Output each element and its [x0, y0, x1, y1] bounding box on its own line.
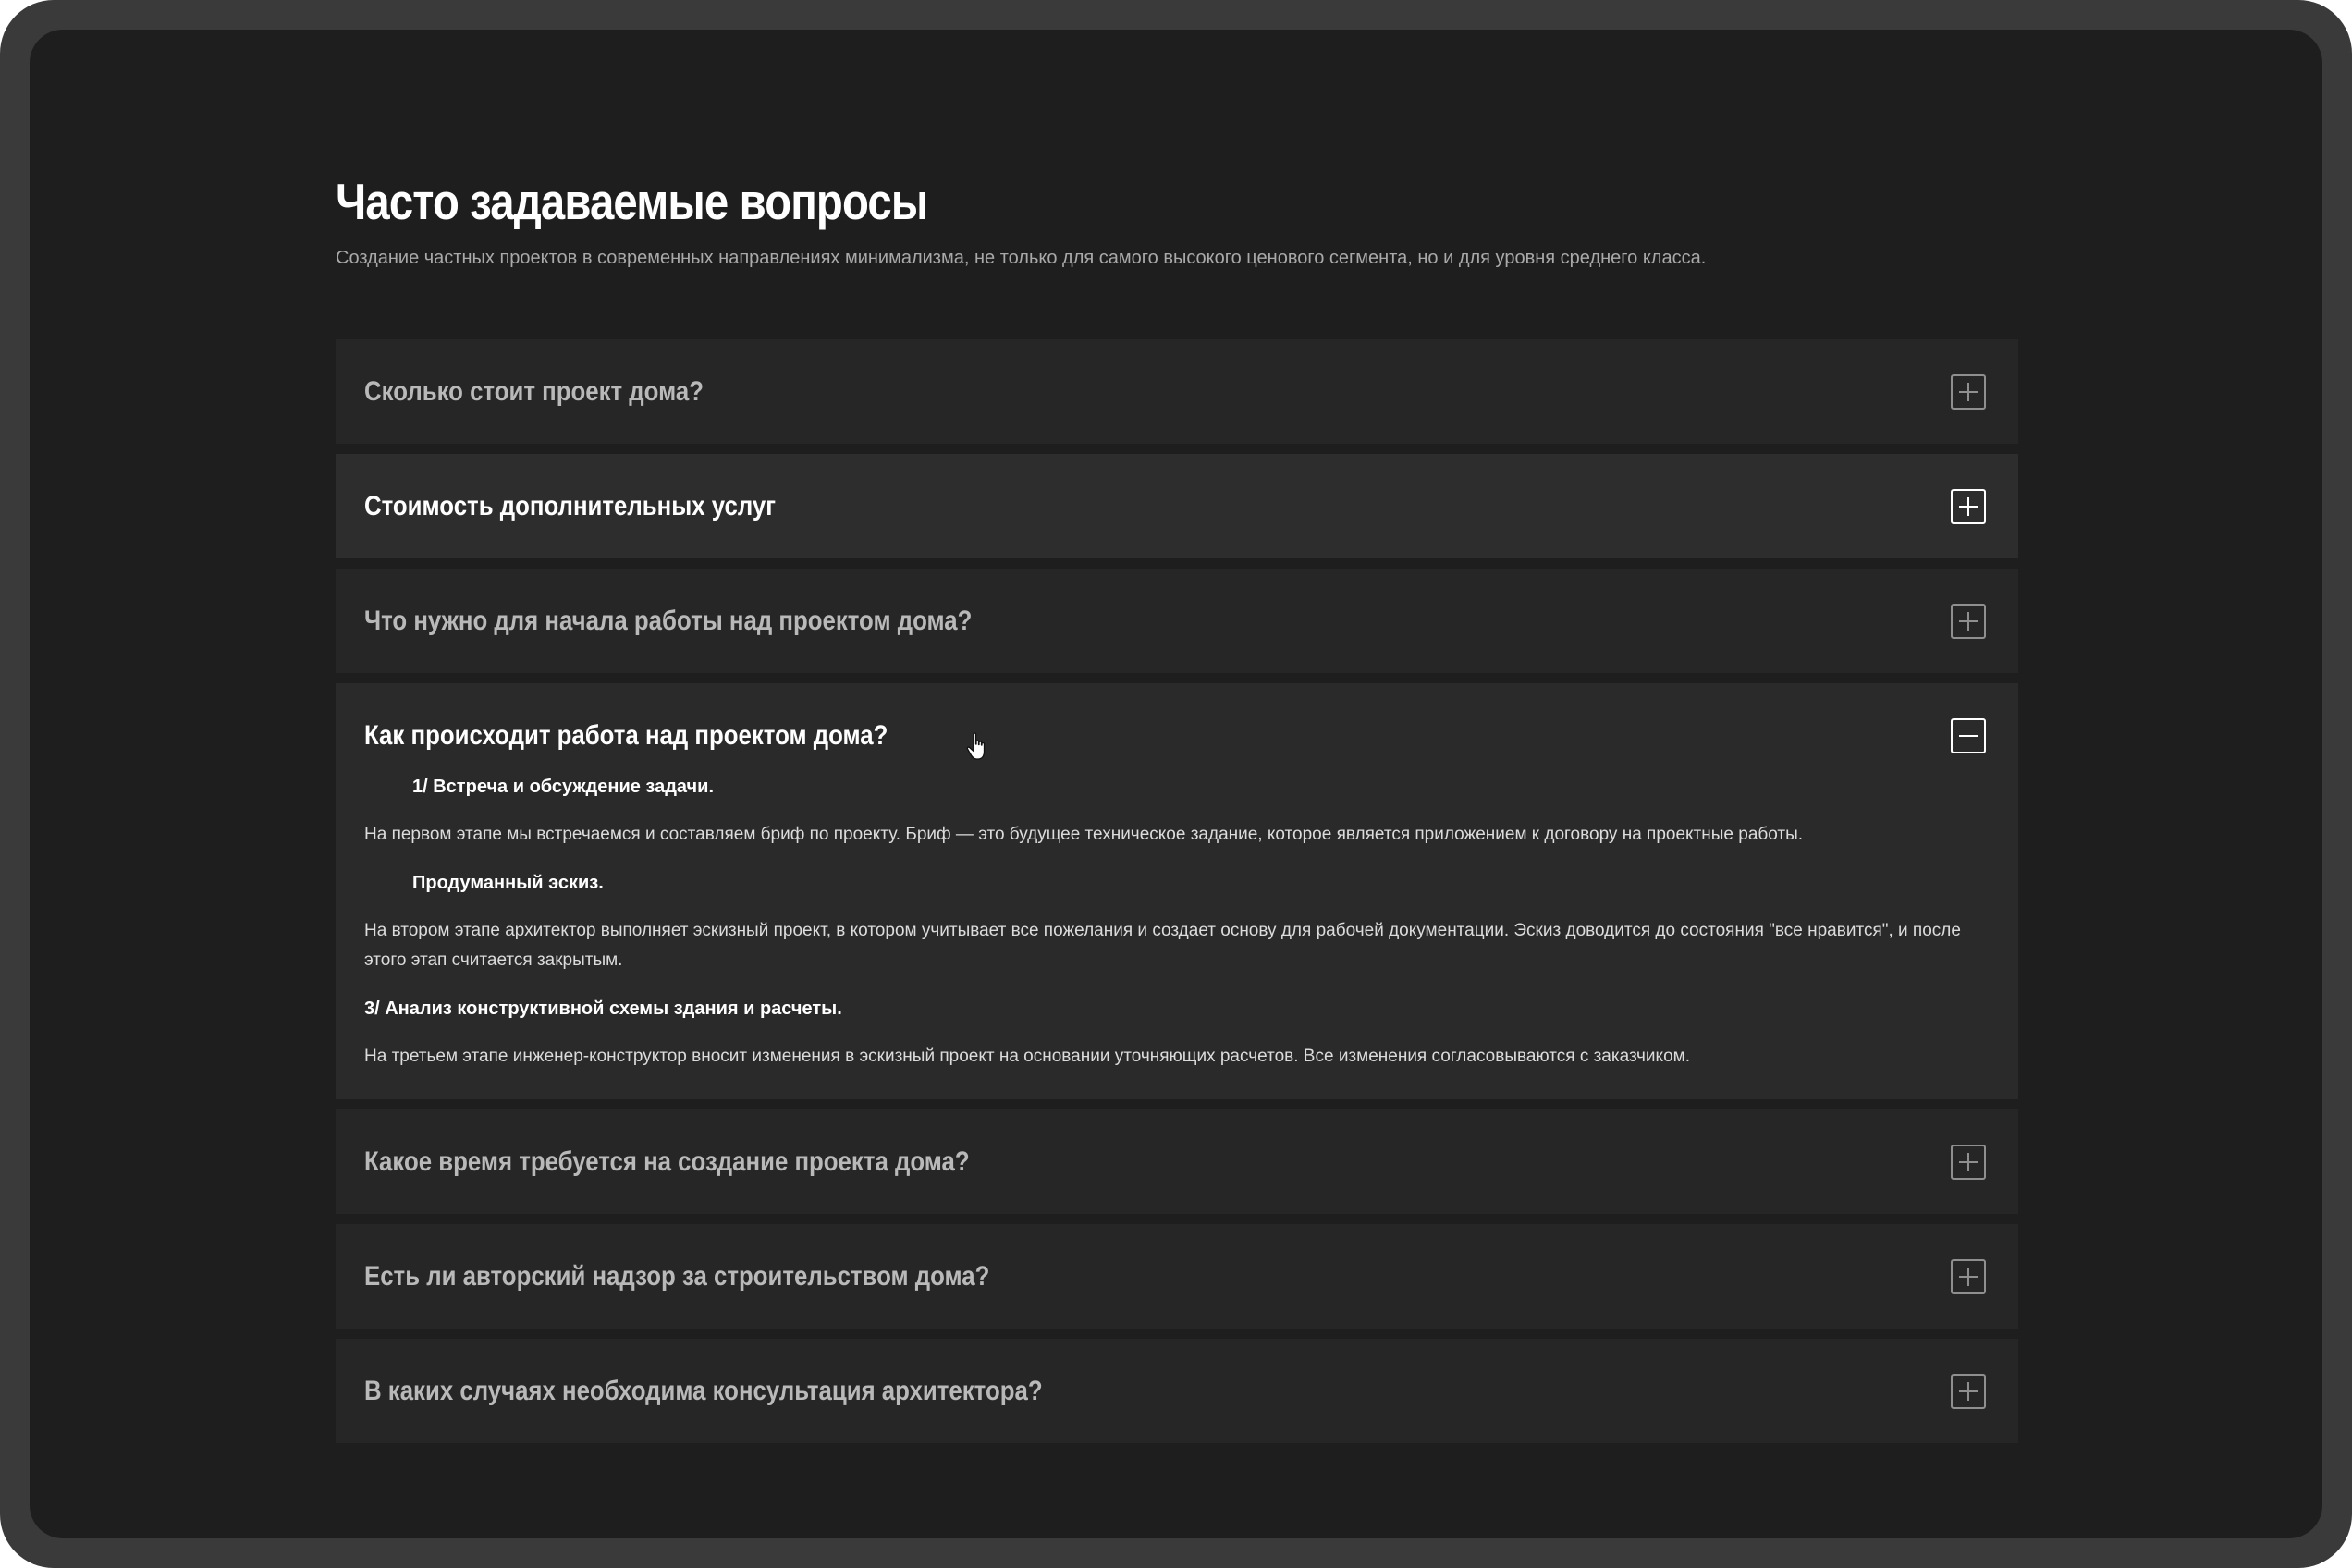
plus-icon[interactable] [1951, 489, 1986, 524]
plus-icon[interactable] [1951, 374, 1986, 410]
faq-question: В каких случаях необходима консультация … [364, 1376, 1043, 1406]
faq-question-header[interactable]: Что нужно для начала работы над проектом… [336, 569, 2018, 673]
faq-question: Сколько стоит проект дома? [364, 376, 704, 407]
faq-question: Как происходит работа над проектом дома? [364, 720, 888, 751]
faq-question-header[interactable]: Стоимость дополнительных услуг [336, 454, 2018, 558]
answer-step-text: На втором этапе архитектор выполняет эск… [364, 921, 1961, 970]
faq-question-header[interactable]: Сколько стоит проект дома? [336, 339, 2018, 444]
minus-icon[interactable] [1951, 718, 1986, 753]
answer-step-text: На первом этапе мы встречаемся и составл… [364, 825, 1804, 844]
plus-icon[interactable] [1951, 604, 1986, 639]
faq-item: Есть ли авторский надзор за строительств… [336, 1224, 2018, 1329]
faq-section: Часто задаваемые вопросы Создание частны… [336, 168, 2018, 1443]
hand-pointer-icon [966, 732, 986, 760]
page-subtitle: Создание частных проектов в современных … [336, 248, 1707, 268]
answer-step-title: 3/ Анализ конструктивной схемы здания и … [364, 998, 842, 1019]
page-title: Часто задаваемые вопросы [336, 173, 928, 230]
faq-question-header[interactable]: Какое время требуется на создание проект… [336, 1109, 2018, 1214]
faq-item: Какое время требуется на создание проект… [336, 1109, 2018, 1214]
faq-item-expanded: Как происходит работа над проектом дома?… [336, 683, 2018, 1099]
faq-item: Сколько стоит проект дома? [336, 339, 2018, 444]
faq-question: Что нужно для начала работы над проектом… [364, 606, 973, 636]
plus-icon[interactable] [1951, 1145, 1986, 1180]
device-frame: Часто задаваемые вопросы Создание частны… [0, 0, 2352, 1568]
faq-question: Какое время требуется на создание проект… [364, 1146, 970, 1177]
plus-icon[interactable] [1951, 1374, 1986, 1409]
faq-question: Есть ли авторский надзор за строительств… [364, 1261, 990, 1292]
faq-question-header[interactable]: В каких случаях необходима консультация … [336, 1339, 2018, 1443]
faq-item: В каких случаях необходима консультация … [336, 1339, 2018, 1443]
answer-step-title: Продуманный эскиз. [412, 873, 604, 893]
faq-question: Стоимость дополнительных услуг [364, 491, 776, 521]
faq-list: Сколько стоит проект дома? Стоимость доп… [336, 339, 2018, 1453]
answer-step-text: На третьем этапе инженер-конструктор вно… [364, 1047, 1690, 1066]
faq-question-header[interactable]: Как происходит работа над проектом дома? [336, 683, 2018, 788]
screen: Часто задаваемые вопросы Создание частны… [30, 30, 2322, 1538]
plus-icon[interactable] [1951, 1259, 1986, 1294]
faq-answer: 1/ Встреча и обсуждение задачи. На перво… [336, 773, 2018, 1099]
faq-item: Стоимость дополнительных услуг [336, 454, 2018, 558]
faq-question-header[interactable]: Есть ли авторский надзор за строительств… [336, 1224, 2018, 1329]
faq-item: Что нужно для начала работы над проектом… [336, 569, 2018, 673]
